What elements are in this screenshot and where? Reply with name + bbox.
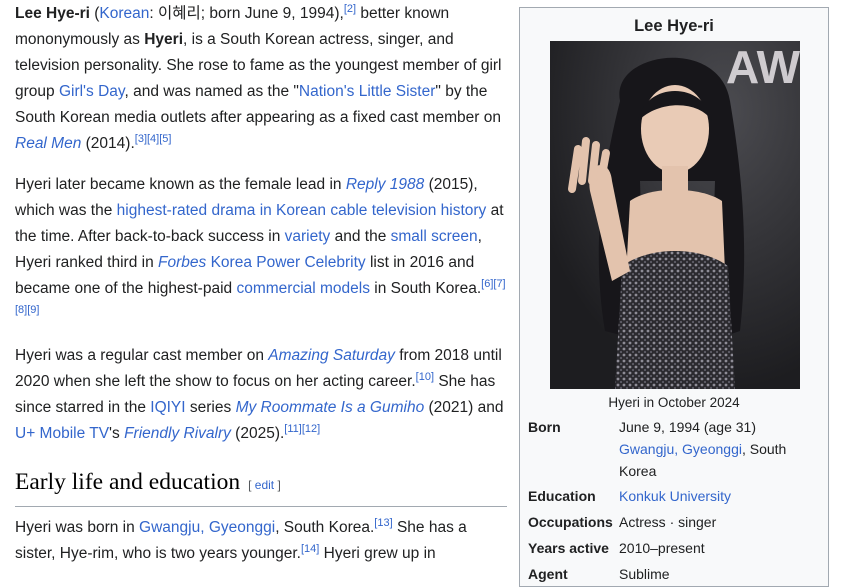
text-span: series <box>185 399 236 416</box>
reply-1988-link[interactable]: Reply 1988 <box>346 176 424 193</box>
portrait-photo[interactable]: AW <box>550 41 800 389</box>
early-life-paragraph: Hyeri was born in Gwangju, Gyeonggi, Sou… <box>15 515 507 567</box>
uplus-mobile-tv-link[interactable]: U+ Mobile TV <box>15 425 109 442</box>
power-celebrity-link[interactable]: Korea Power Celebrity <box>206 254 366 271</box>
infobox: Lee Hye-ri AW Hyeri in October 2024 Born… <box>519 7 829 587</box>
text-span: Hyeri was a regular cast member on <box>15 347 269 364</box>
korean-language-link[interactable]: Korean <box>99 5 149 22</box>
iqiyi-link[interactable]: IQIYI <box>150 399 185 416</box>
text-span: Hyeri was born in <box>15 519 140 536</box>
korean-name-text: : 이혜리; born June 9, 1994), <box>149 5 344 22</box>
portrait-illustration: AW <box>550 41 800 389</box>
bracket: ] <box>274 478 281 492</box>
text-span: and the <box>330 228 391 245</box>
occupations-label: Occupations <box>528 514 613 530</box>
mononym: Hyeri <box>144 31 184 48</box>
friendly-rivalry-link[interactable]: Friendly Rivalry <box>124 425 231 442</box>
years-active-label: Years active <box>528 540 609 556</box>
career-paragraph: Hyeri later became known as the female l… <box>15 172 507 328</box>
subject-name: Lee Hye-ri <box>15 5 90 22</box>
forbes-link[interactable]: Forbes <box>158 254 206 271</box>
text-span: 's <box>109 425 125 442</box>
commercial-models-link[interactable]: commercial models <box>236 280 370 297</box>
born-place-link[interactable]: Gwangju, Gyeonggi <box>619 441 742 457</box>
real-men-link[interactable]: Real Men <box>15 135 81 152</box>
text-span: in South Korea. <box>369 280 482 297</box>
my-roommate-is-a-gumiho-link[interactable]: My Roommate Is a Gumiho <box>236 399 425 416</box>
amazing-saturday-link[interactable]: Amazing Saturday <box>268 347 395 364</box>
education-label: Education <box>528 488 596 504</box>
girls-day-link[interactable]: Girl's Day <box>59 83 125 100</box>
text-span: (2025). <box>230 425 285 442</box>
text-span: , and was named as the " <box>124 83 299 100</box>
highest-rated-drama-link[interactable]: highest-rated drama in Korean cable tele… <box>117 202 487 219</box>
occupations-value: Actress · singer <box>619 514 717 530</box>
born-label: Born <box>528 419 561 435</box>
agent-label: Agent <box>528 566 568 582</box>
gwangju-link[interactable]: Gwangju, Gyeonggi <box>139 519 275 536</box>
born-value: June 9, 1994 (age 31) Gwangju, Gyeonggi, … <box>619 416 819 482</box>
citations-3-4-5[interactable]: [3][4][5] <box>135 133 172 145</box>
section-title: Early life and education <box>15 469 241 495</box>
backdrop-text: AW <box>726 41 800 93</box>
text-span: Hyeri later became known as the female l… <box>15 176 346 193</box>
edit-section-link[interactable]: edit <box>255 478 274 492</box>
bracket: [ <box>248 478 255 492</box>
text-span: Hyeri grew up in <box>319 545 436 562</box>
text-span: (2014). <box>81 135 135 152</box>
later-career-paragraph: Hyeri was a regular cast member on Amazi… <box>15 343 507 447</box>
text-span: , South Korea. <box>275 519 375 536</box>
photo-caption: Hyeri in October 2024 <box>608 395 740 410</box>
small-screen-link[interactable]: small screen <box>391 228 478 245</box>
edit-section: [ edit ] <box>248 478 281 492</box>
born-date: June 9, 1994 (age 31) <box>619 419 756 435</box>
citation-14[interactable]: [14] <box>301 543 319 555</box>
citation-10[interactable]: [10] <box>416 371 434 383</box>
intro-paragraph: Lee Hye-ri (Korean: 이혜리; born June 9, 19… <box>15 2 502 152</box>
citation-13[interactable]: [13] <box>374 517 392 529</box>
konkuk-university-link[interactable]: Konkuk University <box>619 488 731 504</box>
citation-2[interactable]: [2] <box>344 3 356 15</box>
infobox-title: Lee Hye-ri <box>634 17 714 35</box>
nations-little-sister-link[interactable]: Nation's Little Sister <box>299 83 436 100</box>
agent-value: Sublime <box>619 566 670 582</box>
article-body: Lee Hye-ri (Korean: 이혜리; born June 9, 19… <box>15 0 507 582</box>
section-heading-early-life: Early life and education [ edit ] <box>15 465 507 507</box>
citations-11-12[interactable]: [11][12] <box>284 423 320 435</box>
variety-link[interactable]: variety <box>285 228 331 245</box>
years-active-value: 2010–present <box>619 540 705 556</box>
text-span: (2021) and <box>424 399 504 416</box>
